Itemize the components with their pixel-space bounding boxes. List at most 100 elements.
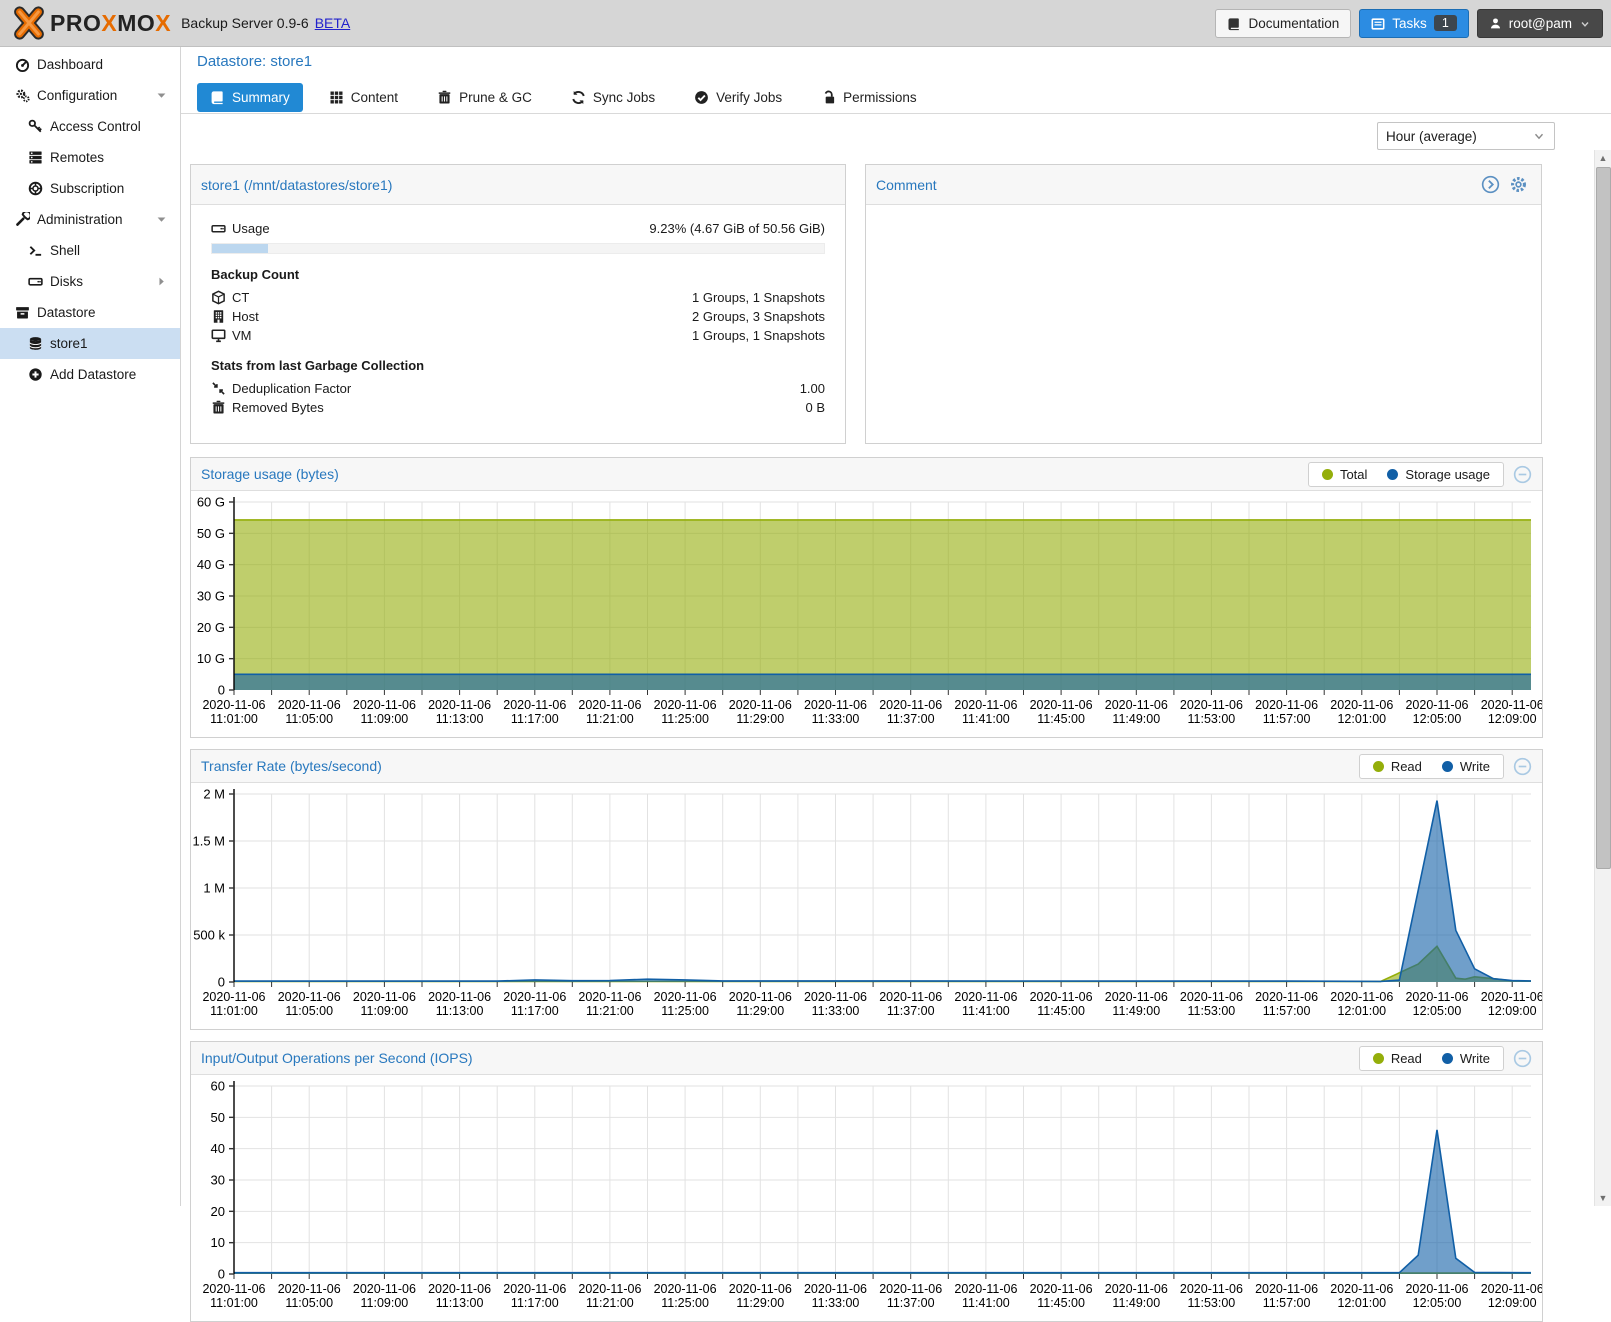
chevron-down-icon (1532, 129, 1546, 143)
tasks-button[interactable]: Tasks 1 (1359, 9, 1468, 38)
collapse-circle-minus-icon[interactable] (1513, 757, 1532, 776)
proxmox-logo: PROXMOX Backup Server 0.9-6 BETA (0, 6, 350, 40)
beta-link[interactable]: BETA (315, 15, 351, 31)
svg-text:2020-11-06: 2020-11-06 (954, 990, 1017, 1004)
svg-text:2020-11-06: 2020-11-06 (654, 1282, 717, 1296)
caret-right-icon[interactable] (155, 275, 168, 288)
scroll-up-arrow[interactable]: ▲ (1595, 150, 1611, 166)
time-range-value: Hour (average) (1386, 129, 1532, 144)
usage-progress-fill (212, 244, 268, 253)
svg-text:2020-11-06: 2020-11-06 (278, 698, 341, 712)
row-label: Removed Bytes (232, 400, 805, 415)
caret-down-icon[interactable] (155, 89, 168, 102)
tab-permissions[interactable]: Permissions (808, 83, 930, 112)
time-range-select[interactable]: Hour (average) (1377, 122, 1555, 150)
legend-item[interactable]: Total (1322, 467, 1367, 482)
tab-content[interactable]: Content (316, 83, 411, 112)
svg-text:2020-11-06: 2020-11-06 (202, 698, 265, 712)
svg-text:2020-11-06: 2020-11-06 (1405, 990, 1468, 1004)
comment-body[interactable] (866, 205, 1541, 444)
store1-panel-title: store1 (/mnt/datastores/store1) (191, 177, 392, 193)
trash-icon (211, 400, 232, 415)
legend-item[interactable]: Write (1442, 759, 1490, 774)
sidebar-item-configuration[interactable]: Configuration (0, 80, 180, 111)
tab-sync-jobs[interactable]: Sync Jobs (558, 83, 668, 112)
legend-dot-icon (1387, 469, 1398, 480)
svg-text:60: 60 (211, 1079, 225, 1094)
svg-text:11:17:00: 11:17:00 (511, 1004, 559, 1018)
legend-item[interactable]: Storage usage (1387, 467, 1490, 482)
plus-circle-icon (28, 367, 50, 382)
svg-text:2020-11-06: 2020-11-06 (1330, 990, 1393, 1004)
svg-text:11:05:00: 11:05:00 (285, 712, 333, 726)
sidebar-item-label: Access Control (50, 119, 141, 134)
usage-progress-bar (211, 243, 825, 254)
hdd-icon (28, 274, 50, 289)
gc-stats-title: Stats from last Garbage Collection (211, 358, 825, 373)
svg-text:2020-11-06: 2020-11-06 (428, 990, 491, 1004)
sidebar-item-shell[interactable]: Shell (0, 235, 180, 266)
user-menu-button[interactable]: root@pam (1477, 9, 1603, 38)
svg-text:11:29:00: 11:29:00 (736, 1004, 784, 1018)
transfer-legend: Read Write (1359, 754, 1504, 779)
sidebar-item-access-control[interactable]: Access Control (0, 111, 180, 142)
expand-chevron-circle-icon[interactable] (1481, 175, 1500, 194)
check-circle-icon (694, 90, 709, 106)
svg-text:2020-11-06: 2020-11-06 (1481, 698, 1542, 712)
svg-text:11:53:00: 11:53:00 (1188, 1296, 1236, 1310)
sync-icon (571, 90, 586, 106)
usage-value: 9.23% (4.67 GiB of 50.56 GiB) (649, 221, 825, 236)
legend-item[interactable]: Read (1373, 1051, 1422, 1066)
row-value: 1.00 (800, 381, 825, 396)
svg-text:2020-11-06: 2020-11-06 (729, 1282, 792, 1296)
vertical-scrollbar[interactable]: ▲ ▼ (1594, 150, 1611, 1206)
svg-text:0: 0 (218, 683, 225, 698)
legend-item[interactable]: Write (1442, 1051, 1490, 1066)
svg-text:2020-11-06: 2020-11-06 (1330, 1282, 1393, 1296)
svg-text:50: 50 (211, 1110, 225, 1125)
svg-text:11:21:00: 11:21:00 (586, 712, 634, 726)
svg-text:2020-11-06: 2020-11-06 (954, 698, 1017, 712)
row-label: Host (232, 309, 692, 324)
gear-icon[interactable] (1509, 175, 1528, 194)
scroll-down-arrow[interactable]: ▼ (1595, 1190, 1611, 1206)
sidebar-item-store1[interactable]: store1 (0, 328, 180, 359)
svg-text:2020-11-06: 2020-11-06 (503, 698, 566, 712)
tab-prune-gc[interactable]: Prune & GC (424, 83, 545, 112)
collapse-circle-minus-icon[interactable] (1513, 465, 1532, 484)
svg-text:2020-11-06: 2020-11-06 (503, 1282, 566, 1296)
sidebar-item-subscription[interactable]: Subscription (0, 173, 180, 204)
sidebar-item-add-datastore[interactable]: Add Datastore (0, 359, 180, 390)
sidebar-item-remotes[interactable]: Remotes (0, 142, 180, 173)
svg-text:11:17:00: 11:17:00 (511, 1296, 559, 1310)
tab-summary[interactable]: Summary (197, 83, 303, 112)
sidebar-item-dashboard[interactable]: Dashboard (0, 49, 180, 80)
svg-text:2020-11-06: 2020-11-06 (1030, 698, 1093, 712)
caret-down-icon[interactable] (155, 213, 168, 226)
svg-text:10: 10 (211, 1235, 225, 1250)
sidebar-item-label: Remotes (50, 150, 104, 165)
iops-chart: 01020304050602020-11-0611:01:002020-11-0… (191, 1075, 1542, 1321)
svg-text:2020-11-06: 2020-11-06 (428, 698, 491, 712)
documentation-label: Documentation (1248, 16, 1339, 31)
sidebar-item-datastore[interactable]: Datastore (0, 297, 180, 328)
scrollbar-thumb[interactable] (1596, 167, 1611, 869)
row-value: 2 Groups, 3 Snapshots (692, 309, 825, 324)
sidebar-item-label: Subscription (50, 181, 124, 196)
svg-text:30 G: 30 G (197, 589, 225, 604)
sidebar-item-label: store1 (50, 336, 88, 351)
sidebar-item-administration[interactable]: Administration (0, 204, 180, 235)
collapse-circle-minus-icon[interactable] (1513, 1049, 1532, 1068)
legend-dot-icon (1373, 1053, 1384, 1064)
svg-text:2020-11-06: 2020-11-06 (1030, 1282, 1093, 1296)
hdd-icon (211, 221, 232, 236)
sidebar-item-disks[interactable]: Disks (0, 266, 180, 297)
documentation-button[interactable]: Documentation (1215, 9, 1351, 38)
svg-text:2020-11-06: 2020-11-06 (278, 990, 341, 1004)
legend-item[interactable]: Read (1373, 759, 1422, 774)
svg-text:11:45:00: 11:45:00 (1037, 1296, 1085, 1310)
storage-legend: Total Storage usage (1308, 462, 1504, 487)
svg-text:2020-11-06: 2020-11-06 (1481, 990, 1542, 1004)
tab-verify-jobs[interactable]: Verify Jobs (681, 83, 795, 112)
svg-text:2020-11-06: 2020-11-06 (428, 1282, 491, 1296)
